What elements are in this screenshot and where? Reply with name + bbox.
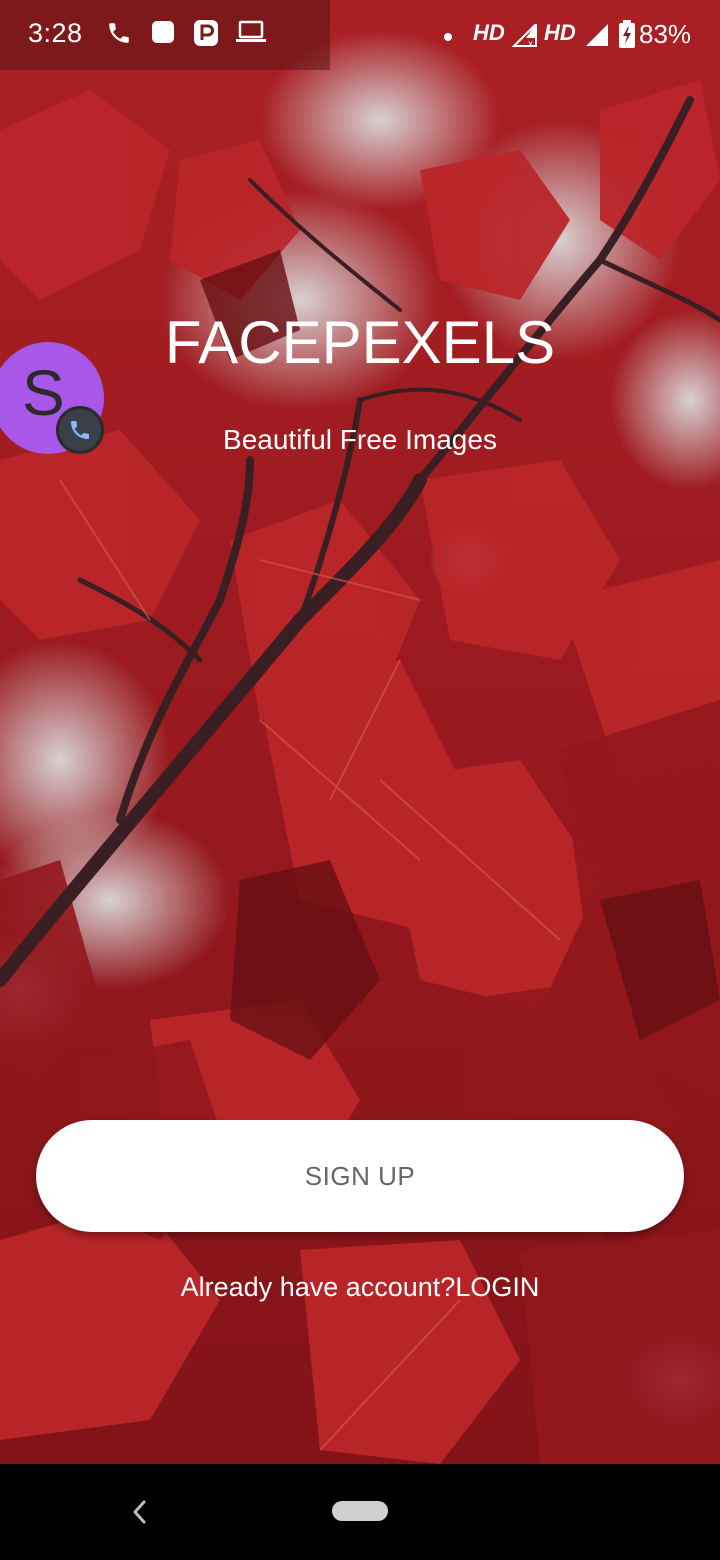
phone-icon bbox=[71, 421, 89, 439]
back-icon[interactable] bbox=[128, 1494, 152, 1530]
app-title: FACEPEXELS bbox=[164, 309, 556, 376]
chat-head-bubble[interactable]: S bbox=[0, 342, 104, 454]
status-time: 3:28 bbox=[28, 18, 83, 48]
battery-icon bbox=[619, 20, 635, 53]
background-image bbox=[0, 0, 720, 1464]
dot-icon bbox=[443, 29, 453, 47]
parking-icon bbox=[194, 20, 218, 51]
network-hd-label-2: HD bbox=[544, 20, 576, 45]
battery-percent: 83% bbox=[639, 19, 692, 49]
laptop-icon bbox=[236, 20, 266, 49]
network-hd-label-1: HD bbox=[473, 20, 505, 45]
screen: 3:28 HD x HD 83% FACEPEXELS Beautiful Fr bbox=[0, 0, 720, 1560]
home-pill-button[interactable] bbox=[332, 1501, 388, 1521]
login-link[interactable]: Already have account?LOGIN bbox=[0, 1272, 720, 1303]
signup-button[interactable]: SIGN UP bbox=[36, 1120, 684, 1232]
call-badge bbox=[56, 406, 104, 454]
svg-text:x: x bbox=[528, 39, 533, 48]
status-bar: 3:28 HD x HD 83% bbox=[0, 0, 720, 70]
stop-icon bbox=[151, 20, 175, 49]
signal-full-icon bbox=[584, 24, 610, 53]
signal-icon: x bbox=[511, 21, 538, 53]
phone-icon bbox=[106, 20, 132, 51]
app-subtitle: Beautiful Free Images bbox=[223, 424, 497, 455]
